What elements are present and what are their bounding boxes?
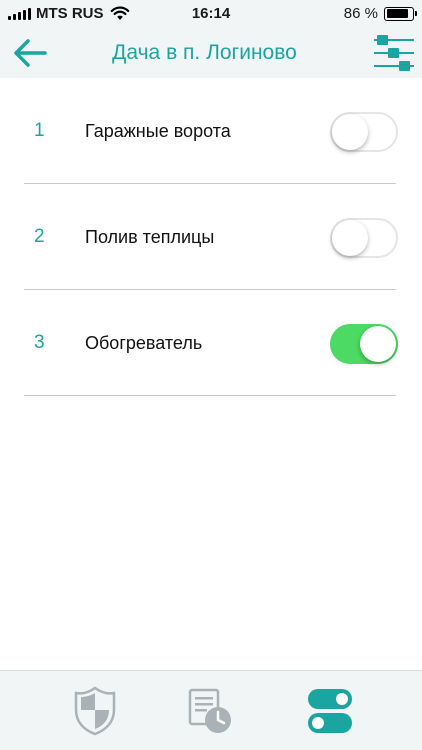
header-bar: Дача в п. Логиново [0,28,422,78]
device-toggle[interactable] [330,218,398,258]
item-number: 1 [34,120,45,141]
device-toggle[interactable] [330,324,398,364]
item-label: Обогреватель [85,333,203,353]
shield-icon [74,686,116,736]
settings-button[interactable] [372,32,416,74]
list-item: 3 Обогреватель [0,290,422,396]
back-button[interactable] [10,34,50,72]
battery-tip [415,11,417,16]
tab-security[interactable] [65,681,125,741]
battery-fill [386,9,408,18]
list-item: 1 Гаражные ворота [0,78,422,184]
divider [24,395,396,396]
tab-devices[interactable] [300,681,360,741]
sliders-icon [374,35,414,71]
schedule-clock-icon [188,688,231,733]
toggles-icon [308,689,352,733]
battery-percent: 86 % [343,5,378,22]
status-bar: MTS RUS 16:14 86 % [0,0,422,28]
device-list: 1 Гаражные ворота 2 Полив теплицы 3 Обог… [0,78,422,396]
toggle-knob [332,114,368,150]
item-number: 3 [34,332,45,353]
page-title: Дача в п. Логиново [112,41,297,64]
tab-bar [0,670,422,750]
toggle-knob [332,220,368,256]
item-label: Полив теплицы [85,227,215,247]
tab-schedule[interactable] [180,681,240,741]
list-item: 2 Полив теплицы [0,184,422,290]
battery-icon [384,6,417,21]
device-toggle[interactable] [330,112,398,152]
status-right: 86 % [343,5,417,22]
toggle-knob [360,326,396,362]
item-number: 2 [34,226,45,247]
item-label: Гаражные ворота [85,121,231,141]
arrow-left-icon [14,39,47,67]
